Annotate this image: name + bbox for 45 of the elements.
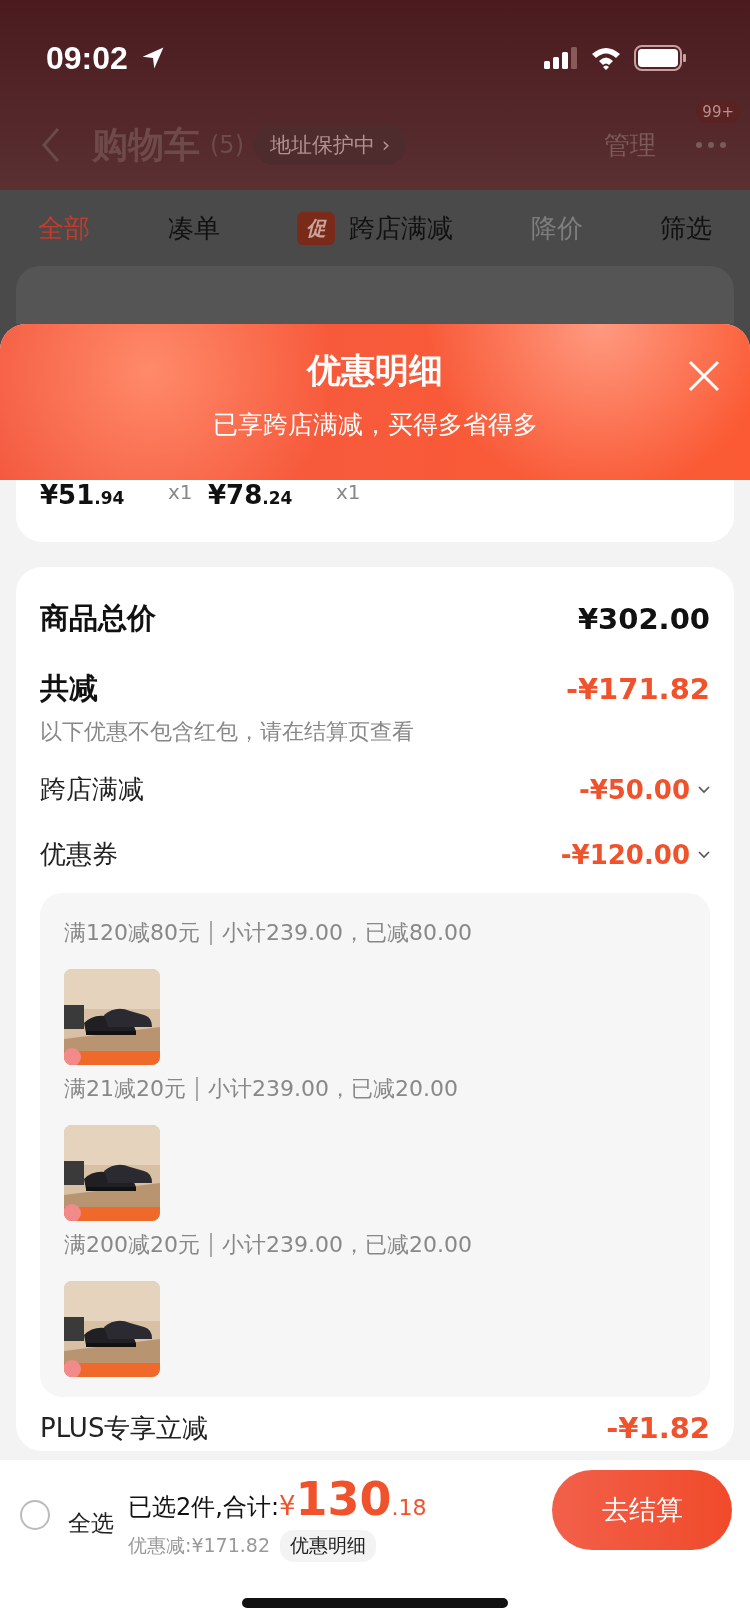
checkout-button[interactable]: 去结算 — [552, 1470, 732, 1550]
sheet-subtitle: 已享跨店满减，买得多省得多 — [212, 409, 538, 441]
filter-tab[interactable]: 促 跨店满减 — [297, 210, 453, 246]
battery-icon — [634, 45, 688, 71]
coupon-rule: 满21减20元 — [64, 1075, 186, 1103]
notification-badge: 99+ — [696, 101, 740, 123]
more-icon[interactable] — [696, 142, 726, 148]
plus-discount-value: -¥1.82 — [606, 1411, 710, 1445]
select-all-checkbox[interactable] — [20, 1500, 50, 1530]
wifi-icon — [590, 46, 622, 70]
coupon-subtotal: 小计239.00，已减20.00 — [208, 1075, 458, 1103]
select-all-label[interactable]: 全选 — [68, 1508, 114, 1539]
reduction-label: 共减 — [40, 670, 98, 707]
discount-value[interactable]: -¥50.00 — [578, 774, 690, 805]
reduction-value: -¥171.82 — [565, 672, 710, 706]
discount-value[interactable]: -¥120.00 — [560, 839, 690, 870]
coupon-subtotal: 小计239.00，已减20.00 — [222, 1231, 472, 1259]
plus-discount-label: PLUS专享立减 — [40, 1411, 209, 1445]
filter-tab[interactable]: 筛选 — [660, 210, 712, 246]
status-time: 09:02 — [46, 39, 128, 77]
item-quantity: x1 — [336, 480, 362, 504]
selected-summary: 已选2件,合计: — [128, 1492, 279, 1523]
item-price: ¥78.24 — [208, 480, 294, 510]
close-icon[interactable] — [688, 360, 720, 392]
chevron-down-icon[interactable] — [698, 850, 710, 859]
saving-amount: 优惠减:¥171.82 — [128, 1533, 270, 1558]
address-protection-badge[interactable]: 地址保护中 › — [254, 125, 407, 165]
item-price: ¥51.94 — [40, 480, 126, 510]
total-price: ¥130.18 — [279, 1472, 427, 1526]
chevron-down-icon[interactable] — [698, 785, 710, 794]
signal-icon — [544, 47, 578, 69]
back-icon[interactable] — [40, 127, 62, 163]
reduction-note: 以下优惠不包含红包，请在结算页查看 — [40, 718, 415, 746]
total-value: ¥302.00 — [577, 602, 710, 636]
coupon-rule: 满200减20元 — [64, 1231, 200, 1259]
total-label: 商品总价 — [40, 600, 156, 637]
discount-label: 优惠券 — [40, 838, 118, 871]
filter-tab[interactable]: 凑单 — [167, 210, 220, 246]
item-quantity: x1 — [168, 480, 194, 504]
sheet-title: 优惠明细 — [307, 349, 443, 392]
coupon-subtotal: 小计239.00，已减80.00 — [222, 919, 472, 947]
discount-label: 跨店满减 — [40, 773, 144, 806]
discount-detail-button[interactable]: 优惠明细 — [280, 1530, 376, 1562]
promo-badge: 促 — [297, 211, 335, 245]
coupon-rule: 满120减80元 — [64, 919, 200, 947]
